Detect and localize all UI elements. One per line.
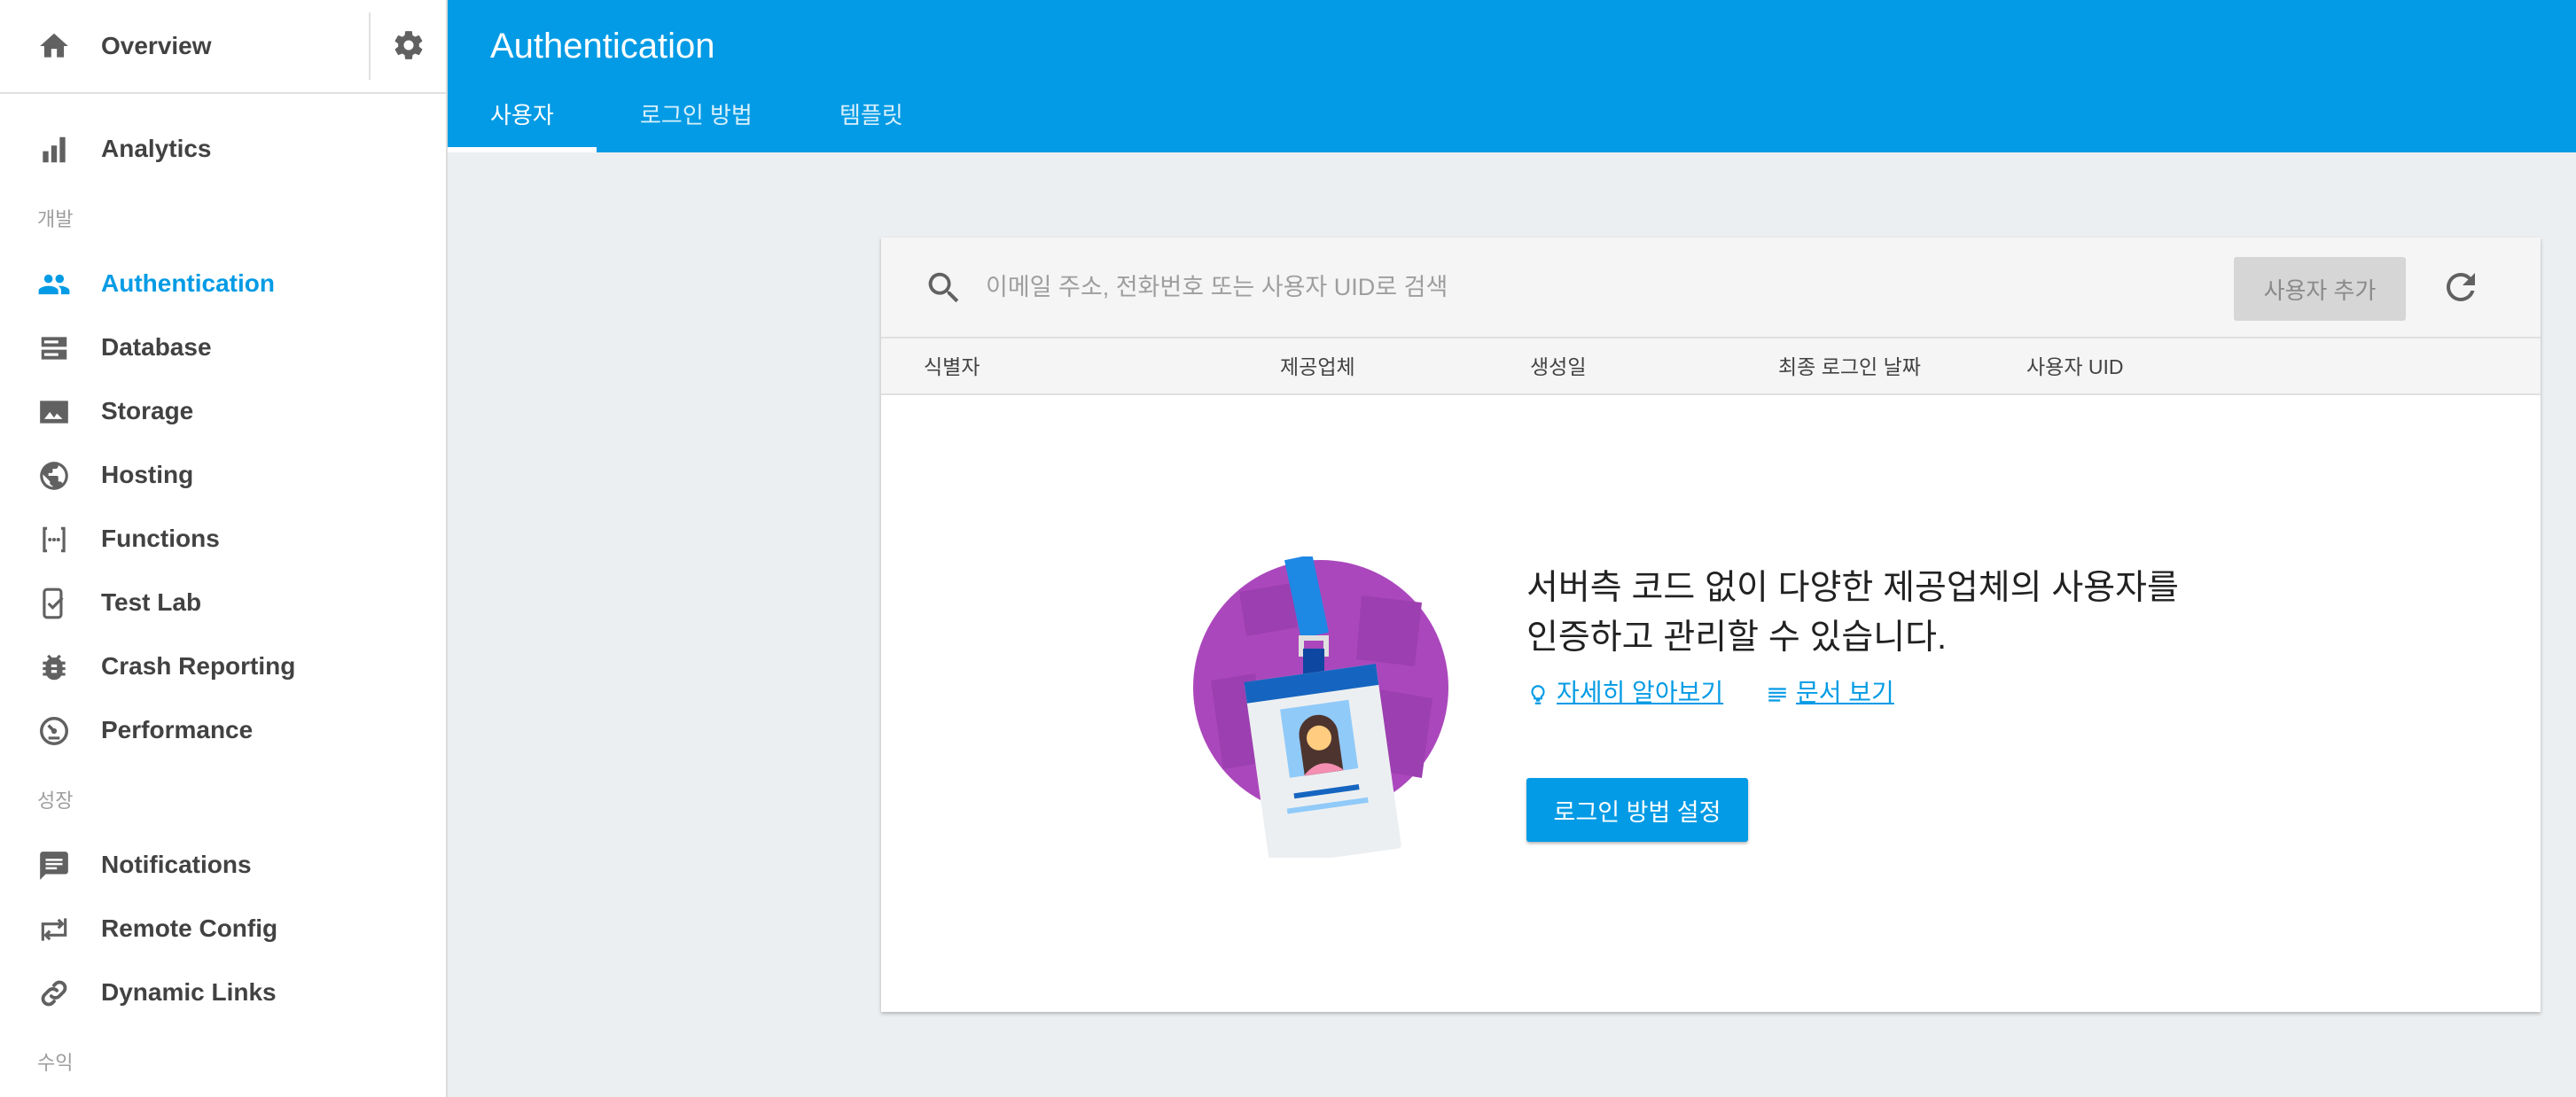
sidebar-item-test-lab[interactable]: Test Lab [0,576,446,629]
sidebar-item-database[interactable]: Database [0,321,446,374]
column-header-user-uid[interactable]: 사용자 UID [2026,353,2123,381]
page-title: Authentication [490,27,715,66]
sidebar-header: Overview [0,0,446,94]
gear-icon[interactable] [392,28,425,62]
functions-icon [43,526,66,553]
sidebar-item-label: Hosting [101,461,194,488]
home-icon[interactable] [37,29,71,63]
sidebar-item-label: Functions [101,525,220,552]
search-bar: 사용자 추가 [881,237,2541,337]
refresh-icon[interactable] [2439,266,2482,308]
learn-more-link[interactable]: 자세히 알아보기 [1526,675,1723,711]
column-header-last-sign-in[interactable]: 최종 로그인 날짜 [1778,353,1921,381]
message-icon [40,852,68,880]
id-badge-illustration [1193,556,1448,858]
link-icon [41,980,67,1007]
header-bar: Authentication 사용자 로그인 방법 템플릿 [448,0,2576,152]
sidebar-item-label: Analytics [101,135,212,162]
tab-sign-in-method[interactable]: 로그인 방법 [640,97,753,133]
overview-link[interactable]: Overview [101,29,212,63]
view-docs-label: 문서 보기 [1796,679,1894,706]
globe-icon [40,462,68,490]
search-icon [928,272,959,303]
remote-config-icon [41,918,67,941]
bar-chart-icon [43,136,66,163]
learn-more-label: 자세히 알아보기 [1557,679,1724,706]
sidebar-item-dynamic-links[interactable]: Dynamic Links [0,966,446,1019]
table-header: 식별자 제공업체 생성일 최종 로그인 날짜 사용자 UID [881,337,2541,395]
image-icon [40,401,68,424]
tab-users[interactable]: 사용자 [490,97,554,133]
sidebar-item-label: Test Lab [101,588,202,616]
sidebar-item-label: Crash Reporting [101,652,296,680]
bug-icon [43,654,66,681]
sidebar-item-label: Authentication [101,269,275,297]
users-card: 사용자 추가 식별자 제공업체 생성일 최종 로그인 날짜 사용자 UID 서버… [881,237,2541,1012]
sidebar: Overview Analytics 개발 Authentication Dat… [0,0,448,1097]
sidebar-item-authentication[interactable]: Authentication [0,257,446,310]
column-header-identifier[interactable]: 식별자 [924,353,980,381]
speedometer-icon [40,717,68,745]
sidebar-item-label: Performance [101,716,254,743]
sidebar-item-label: Remote Config [101,914,278,942]
sidebar-item-crash-reporting[interactable]: Crash Reporting [0,640,446,693]
sidebar-item-functions[interactable]: Functions [0,512,446,565]
column-header-created[interactable]: 생성일 [1530,353,1586,381]
active-tab-indicator [448,147,597,152]
test-lab-icon [43,587,64,619]
people-icon [38,274,70,295]
sidebar-item-performance[interactable]: Performance [0,704,446,757]
sidebar-item-label: Notifications [101,851,252,878]
lightbulb-icon [1531,684,1545,704]
section-label-grow: 성장 [37,790,74,812]
sidebar-item-label: Storage [101,397,194,424]
search-input[interactable] [984,264,2140,310]
tab-templates[interactable]: 템플릿 [839,97,903,133]
column-header-provider[interactable]: 제공업체 [1280,353,1355,381]
sidebar-item-label: Dynamic Links [101,978,277,1006]
divider [369,12,371,80]
sidebar-item-notifications[interactable]: Notifications [0,838,446,891]
setup-sign-in-method-button[interactable]: 로그인 방법 설정 [1526,778,1748,842]
docs-icon [1768,688,1786,702]
sidebar-item-analytics[interactable]: Analytics [0,122,446,175]
empty-state-message: 서버측 코드 없이 다양한 제공업체의 사용자를 인증하고 관리할 수 있습니다… [1526,569,2179,657]
section-label-earn: 수익 [37,1052,74,1074]
sidebar-item-hosting[interactable]: Hosting [0,448,446,502]
database-icon [41,337,67,360]
view-docs-link[interactable]: 문서 보기 [1766,675,1894,711]
sidebar-item-label: Database [101,333,212,361]
sidebar-item-storage[interactable]: Storage [0,385,446,438]
section-label-develop: 개발 [37,208,74,230]
sidebar-item-remote-config[interactable]: Remote Config [0,902,446,955]
add-user-button[interactable]: 사용자 추가 [2234,257,2406,321]
